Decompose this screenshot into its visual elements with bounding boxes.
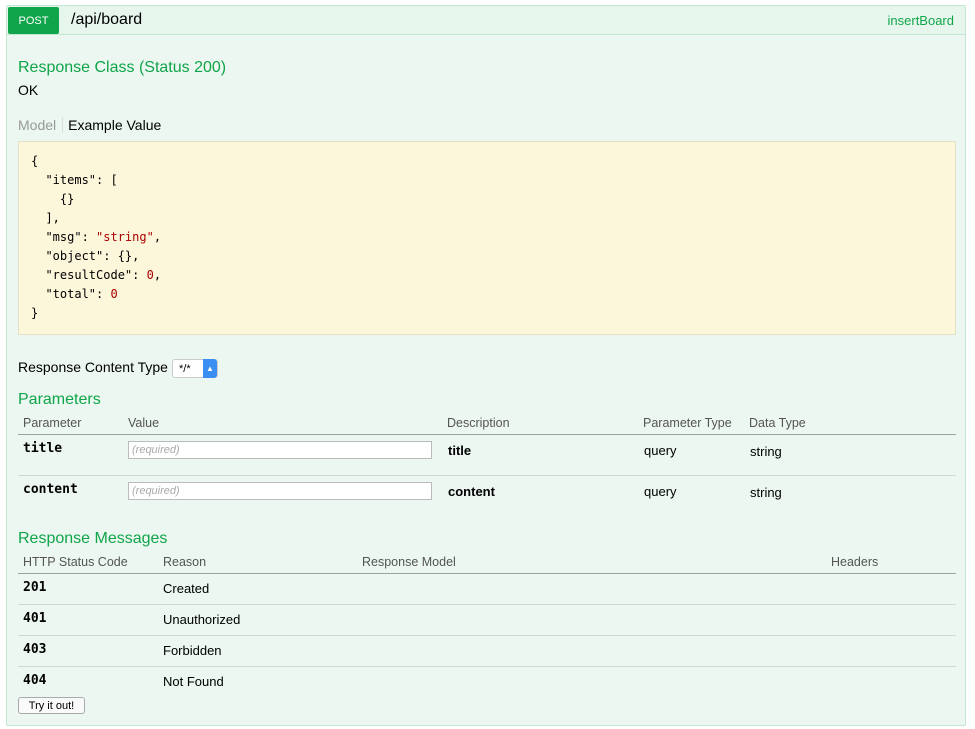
param-description: content (448, 484, 495, 499)
select-arrows-icon: ▲︎ (203, 359, 217, 378)
code-line: { (31, 154, 39, 168)
param-type: query (644, 484, 677, 499)
code-line: "items": [ (31, 173, 118, 187)
row-divider (18, 666, 956, 667)
table-header-divider (18, 573, 956, 574)
param-name: content (23, 482, 78, 497)
code-punct: , (153, 230, 162, 244)
col-response-model: Response Model (362, 555, 456, 569)
col-parameter: Parameter (23, 416, 82, 430)
col-data-type: Data Type (749, 416, 806, 430)
operation-panel: POST /api/board insertBoard Response Cla… (6, 5, 966, 726)
col-parameter-type: Parameter Type (643, 416, 732, 430)
response-content-type-label: Response Content Type (18, 359, 168, 375)
response-class-status: OK (18, 82, 39, 98)
row-divider (18, 635, 956, 636)
col-description: Description (447, 416, 510, 430)
status-code: 404 (23, 673, 47, 688)
code-key: "resultCode": (31, 268, 147, 282)
code-line: {} (31, 192, 75, 206)
col-http-status-code: HTTP Status Code (23, 555, 128, 569)
param-name: title (23, 441, 63, 456)
code-line: "object": {}, (31, 249, 140, 263)
row-divider (18, 604, 956, 605)
col-reason: Reason (163, 555, 207, 569)
status-code: 201 (23, 580, 47, 595)
param-data-type: string (750, 485, 782, 500)
content-type-select[interactable]: */* ▲︎ (172, 359, 218, 378)
code-key: "msg": (31, 230, 97, 244)
param-data-type: string (750, 444, 782, 459)
param-type: query (644, 443, 677, 458)
code-number-value: 0 (146, 268, 154, 282)
code-line: } (31, 306, 39, 320)
parameters-heading: Parameters (18, 391, 101, 408)
status-reason: Unauthorized (163, 612, 241, 627)
param-description: title (448, 443, 472, 458)
col-headers: Headers (831, 555, 879, 569)
operation-nickname[interactable]: insertBoard (888, 13, 954, 28)
code-punct: , (153, 268, 162, 282)
example-value-code[interactable]: { "items": [ {} ], "msg": "string", "obj… (18, 141, 956, 335)
status-reason: Forbidden (163, 643, 222, 658)
col-value: Value (128, 416, 160, 430)
try-it-out-button[interactable]: Try it out! (18, 697, 85, 714)
code-line: ], (31, 211, 60, 225)
model-signature-tabs: Model Example Value (18, 114, 161, 136)
tab-example-value[interactable]: Example Value (63, 117, 161, 133)
http-method-badge[interactable]: POST (8, 7, 59, 34)
status-reason: Created (163, 581, 210, 596)
operation-header[interactable]: POST /api/board insertBoard (7, 6, 965, 35)
status-code: 401 (23, 611, 47, 626)
tab-model[interactable]: Model (18, 117, 64, 133)
table-header-divider (18, 434, 956, 435)
code-number-value: 0 (110, 287, 118, 301)
content-input[interactable] (128, 482, 432, 500)
code-string-value: "string" (96, 230, 154, 244)
response-class-heading: Response Class (Status 200) (18, 59, 227, 76)
status-code: 403 (23, 642, 47, 657)
status-reason: Not Found (163, 674, 224, 689)
endpoint-path[interactable]: /api/board (71, 11, 142, 29)
response-messages-heading: Response Messages (18, 530, 168, 547)
code-key: "total": (31, 287, 111, 301)
title-input[interactable] (128, 441, 432, 459)
content-type-selected: */* (179, 362, 191, 375)
row-divider (18, 475, 956, 476)
